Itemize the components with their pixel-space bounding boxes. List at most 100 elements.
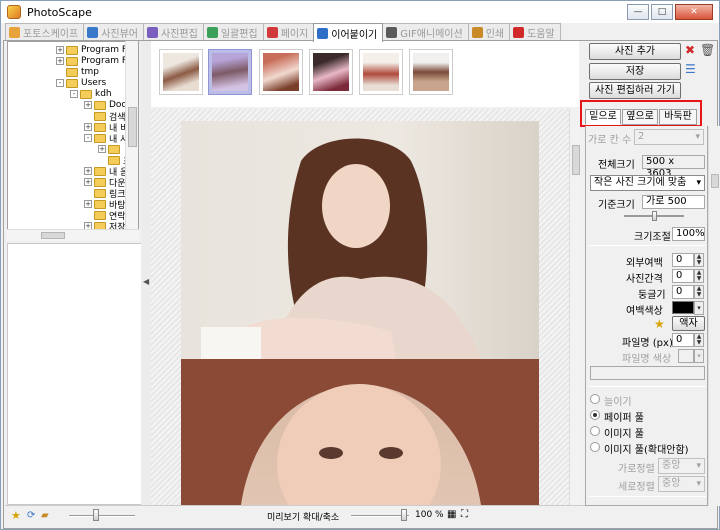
expand-icon[interactable]: + [56, 46, 64, 54]
column-count-label: 가로 칸 수 [588, 135, 632, 146]
total-size-value: 500 x 3603 [642, 155, 705, 179]
tab-page[interactable]: 페이지 [262, 23, 315, 41]
collapse-icon[interactable]: - [84, 134, 92, 142]
tab-batch[interactable]: 일괄편집 [202, 23, 264, 41]
tab-label: GIF애니메이션 [400, 29, 463, 40]
tab-label: 사진뷰어 [101, 29, 139, 40]
fit-checker-icon[interactable]: ▦ [447, 509, 456, 520]
fit-mode-select[interactable]: 작은 사진 크기에 맞춤 [590, 175, 705, 191]
image-fill-small-radio[interactable] [590, 442, 600, 452]
expand-icon[interactable]: + [84, 123, 92, 131]
base-size-label: 기준크기 [598, 200, 635, 211]
expand-icon[interactable]: + [98, 145, 106, 153]
tab-gif[interactable]: GIF애니메이션 [382, 23, 469, 41]
tab-label: 일괄편집 [220, 29, 258, 40]
tab-help[interactable]: 도움말 [509, 23, 561, 41]
layout-mode-tabs: 밑으로 옆으로 바둑판 [580, 100, 702, 127]
frame-color-swatch [678, 349, 694, 363]
folder-icon [66, 45, 78, 55]
go-edit-button[interactable]: 사진 편집하러 가기 [589, 82, 681, 99]
thumbnail-size-slider[interactable] [69, 515, 135, 517]
thumbnail-strip [151, 41, 579, 107]
photo-thumbnail[interactable] [159, 49, 203, 95]
margin-color-swatch[interactable] [672, 301, 694, 314]
frame-line-input[interactable]: 0 [672, 333, 694, 347]
tab-print[interactable]: 인쇄 [467, 23, 511, 41]
photoscape-window: PhotoScape — □ ✕ 포토스케이프 사진뷰어 사진편집 일괄편집 페이지 이어… [0, 0, 720, 530]
thumbnail-size-thumb[interactable] [93, 509, 99, 521]
image-fill-label: 이미지 풀 [604, 429, 644, 440]
photoscape-logo-icon [7, 5, 21, 19]
actual-size-icon[interactable]: ⛶ [461, 509, 468, 520]
photo-thumbnail[interactable] [208, 49, 252, 95]
tab-vertical[interactable]: 밑으로 [585, 109, 621, 125]
preview-zoom-thumb[interactable] [401, 509, 407, 521]
tab-photoscape[interactable]: 포토스케이프 [5, 23, 85, 41]
print-icon [471, 27, 483, 38]
collapse-icon[interactable]: - [56, 79, 64, 87]
frame-line-label: 파일명 (px) [622, 338, 673, 349]
folder-icon [94, 177, 106, 187]
rounding-spinner[interactable]: ▲ ▼ [694, 285, 704, 299]
add-photo-button[interactable]: 사진 추가 [589, 43, 681, 60]
settings-vertical-scrollbar[interactable] [708, 126, 720, 506]
favorite-star-icon[interactable]: ★ [654, 317, 665, 331]
expand-icon[interactable]: + [84, 167, 92, 175]
scale-value[interactable]: 100% [672, 227, 705, 241]
collapse-arrow-icon[interactable]: ◀ [143, 277, 149, 286]
settings-scroll-thumb[interactable] [711, 174, 719, 188]
preview-vertical-scrollbar[interactable] [569, 109, 581, 505]
photo-thumbnail[interactable] [259, 49, 303, 95]
margin-color-label: 여백색상 [626, 306, 663, 317]
tree-hscroll-thumb[interactable] [41, 232, 65, 239]
stretch-radio[interactable] [590, 394, 600, 404]
maximize-icon[interactable]: □ [651, 4, 673, 20]
panel-splitter[interactable] [141, 41, 151, 505]
frame-button[interactable]: 액자 [672, 316, 705, 331]
spacing-label: 사진간격 [626, 274, 663, 285]
list-icon[interactable]: ☰ [685, 63, 696, 75]
tab-grid[interactable]: 바둑판 [659, 109, 697, 125]
image-fill-radio[interactable] [590, 426, 600, 436]
save-button[interactable]: 저장 [589, 63, 681, 80]
expand-icon[interactable]: + [84, 101, 92, 109]
tree-scroll-thumb[interactable] [128, 107, 137, 147]
paper-fill-radio[interactable] [590, 410, 600, 420]
folder-icon[interactable]: ▰ [41, 510, 49, 521]
tab-horizontal[interactable]: 옆으로 [622, 109, 658, 125]
star-icon[interactable]: ★ [11, 509, 21, 522]
remove-icon[interactable]: ✖ [685, 44, 695, 56]
expand-icon[interactable]: + [84, 200, 92, 208]
tab-combine[interactable]: 이어붙이기 [313, 23, 384, 42]
close-icon[interactable]: ✕ [675, 4, 713, 20]
file-list[interactable] [7, 243, 145, 505]
expand-icon[interactable]: + [84, 178, 92, 186]
expand-icon[interactable]: + [56, 57, 64, 65]
outer-margin-spinner[interactable]: ▲ ▼ [694, 253, 704, 267]
column-count-select: 2 [634, 129, 704, 145]
refresh-icon[interactable]: ⟳ [27, 510, 35, 521]
base-size-slider-thumb[interactable] [652, 211, 657, 221]
preview-scroll-thumb[interactable] [572, 145, 580, 175]
tree-vertical-scrollbar[interactable] [125, 41, 138, 229]
frame-line-spinner[interactable]: ▲ ▼ [694, 333, 704, 347]
photo-thumbnail[interactable] [309, 49, 353, 95]
spacing-spinner[interactable]: ▲ ▼ [694, 269, 704, 283]
tree-horizontal-scrollbar[interactable] [7, 229, 139, 241]
title-bar: PhotoScape — □ ✕ [1, 1, 719, 23]
folder-tree[interactable]: + Program File + Program File tmp - Users - kdh +… [7, 41, 139, 241]
collapse-icon[interactable]: - [70, 90, 78, 98]
base-size-value[interactable]: 가로 500 [642, 195, 705, 209]
minimize-icon[interactable]: — [627, 4, 649, 20]
tab-viewer[interactable]: 사진뷰어 [83, 23, 145, 41]
trash-icon[interactable]: 🗑 [700, 44, 715, 56]
margin-color-dropdown[interactable]: ▾ [694, 301, 704, 315]
photo-thumbnail[interactable] [359, 49, 403, 95]
tab-editor[interactable]: 사진편집 [143, 23, 204, 41]
spacing-input[interactable]: 0 [672, 269, 694, 283]
viewer-icon [87, 27, 99, 38]
photo-thumbnail[interactable] [409, 49, 453, 95]
help-icon [513, 27, 525, 38]
outer-margin-input[interactable]: 0 [672, 253, 694, 267]
rounding-input[interactable]: 0 [672, 285, 694, 299]
